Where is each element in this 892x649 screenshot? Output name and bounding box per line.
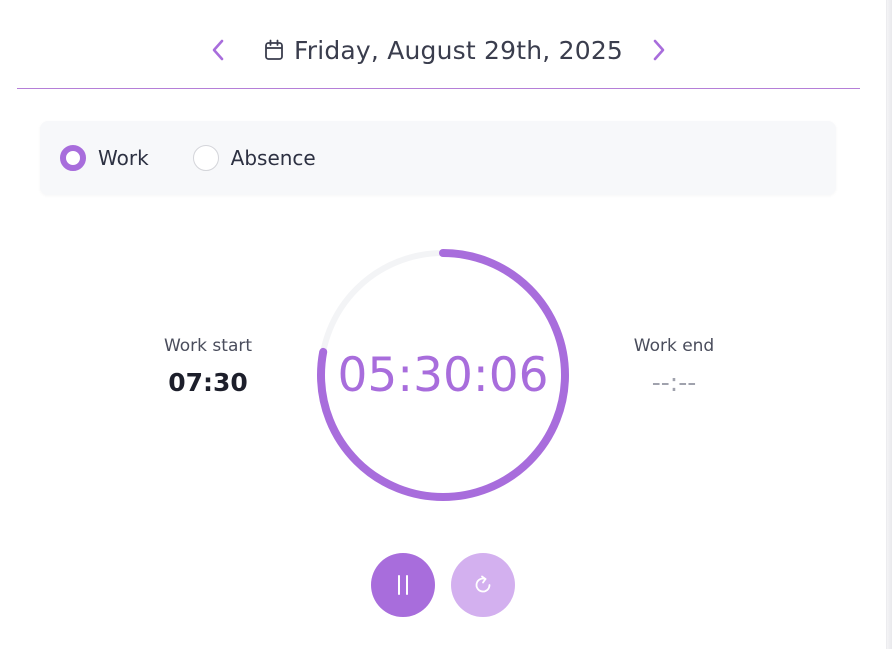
radio-label-absence: Absence — [230, 146, 316, 170]
radio-option-work[interactable]: Work — [60, 145, 149, 171]
refresh-icon — [475, 575, 491, 593]
next-day-button[interactable] — [643, 34, 675, 66]
timer-ring: 05:30:06 — [313, 245, 573, 505]
radio-option-absence[interactable]: Absence — [192, 145, 316, 171]
calendar-icon — [264, 39, 284, 61]
work-end-value[interactable]: --:-- — [594, 368, 754, 397]
window-edge — [886, 0, 892, 649]
header-divider — [17, 88, 860, 89]
radio-label-work: Work — [98, 146, 149, 170]
work-end-block: Work end --:-- — [594, 336, 754, 397]
radio-work[interactable] — [60, 145, 86, 171]
time-tracker-page: Friday, August 29th, 2025 Work Absence W… — [0, 0, 892, 649]
work-end-label: Work end — [633, 336, 715, 356]
radio-absence[interactable] — [192, 145, 219, 171]
current-date[interactable]: Friday, August 29th, 2025 — [294, 36, 623, 65]
elapsed-time: 05:30:06 — [337, 347, 549, 403]
pause-button[interactable] — [371, 553, 435, 617]
pause-icon — [398, 575, 408, 595]
work-start-block: Work start 07:30 — [128, 336, 288, 397]
work-start-value[interactable]: 07:30 — [128, 368, 288, 397]
reset-button[interactable] — [451, 553, 515, 617]
date-navigation: Friday, August 29th, 2025 — [0, 28, 877, 72]
chevron-left-icon — [212, 39, 224, 61]
entry-type-selector: Work Absence — [40, 121, 836, 195]
chevron-right-icon — [653, 39, 665, 61]
work-start-label: Work start — [163, 336, 253, 356]
previous-day-button[interactable] — [202, 34, 234, 66]
